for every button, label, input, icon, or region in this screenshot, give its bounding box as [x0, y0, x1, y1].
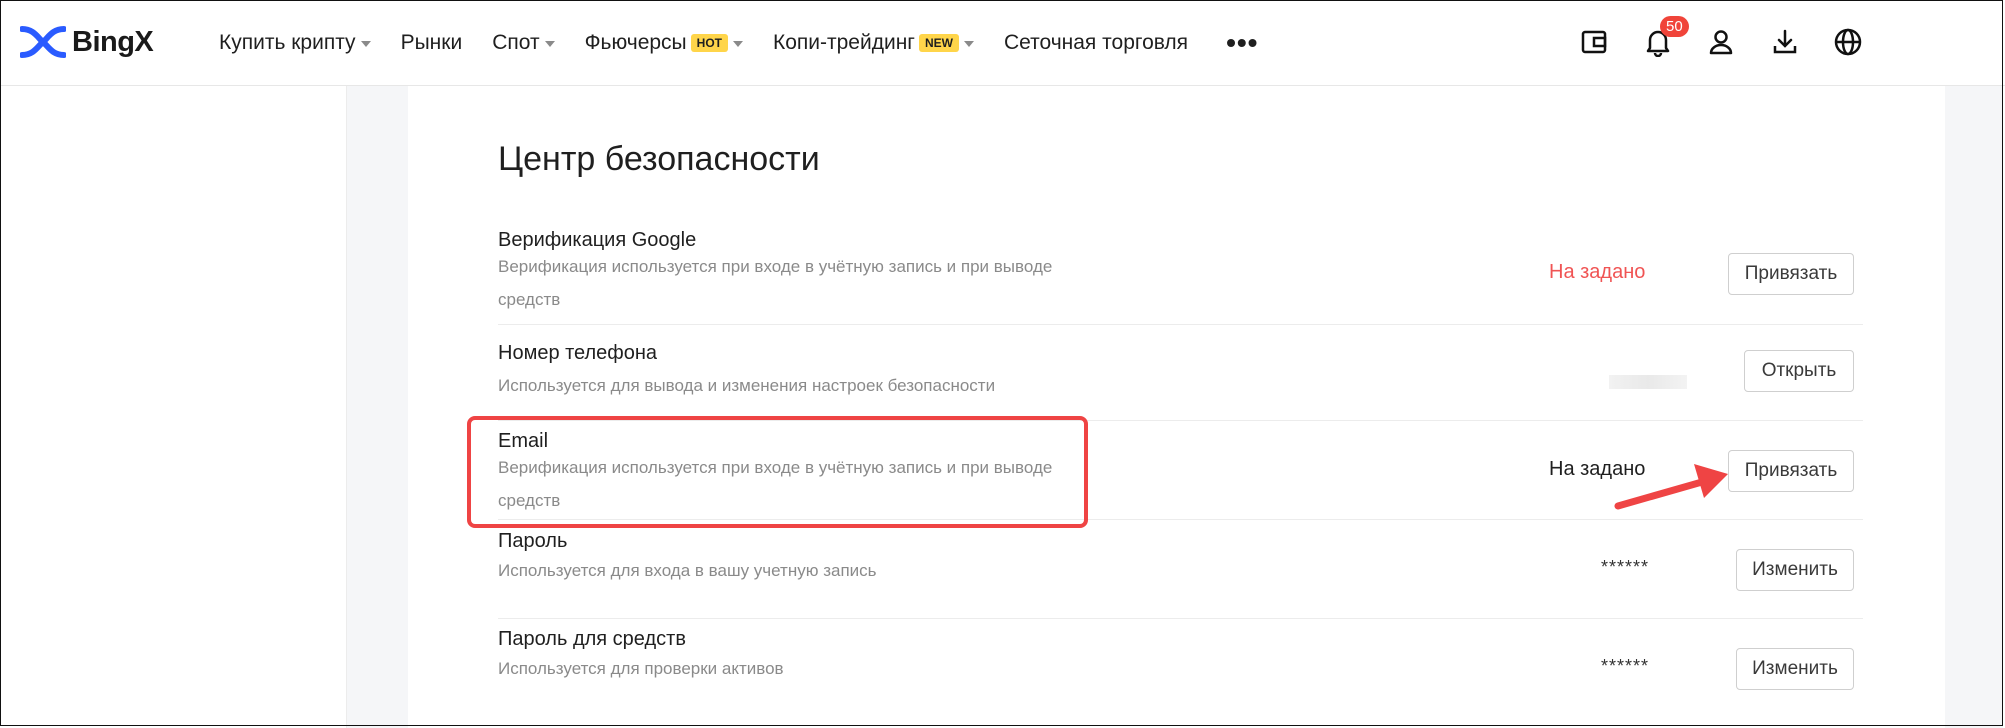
brand-name: BingX [72, 25, 154, 58]
user-icon[interactable] [1703, 24, 1739, 60]
masked-phone-value [1609, 375, 1687, 389]
nav-label: Копи-трейдинг [773, 30, 915, 54]
wallet-icon[interactable] [1576, 24, 1612, 60]
chevron-down-icon [963, 40, 974, 47]
nav-futures[interactable]: Фьючерсы HOT [585, 31, 743, 55]
nav-label: Рынки [400, 30, 463, 54]
change-password-button[interactable]: Изменить [1736, 549, 1854, 591]
status-text: ****** [1601, 656, 1650, 676]
row-description: Используется для вывода и изменения наст… [498, 376, 996, 395]
nav-label: Спот [492, 30, 540, 54]
new-badge: NEW [918, 33, 959, 52]
brand-logo[interactable]: BingX [20, 22, 154, 62]
more-menu-icon[interactable]: ••• [1226, 27, 1258, 59]
bingx-logo-icon [20, 26, 66, 58]
security-row-password: Пароль Используется для входа в вашу уче… [498, 519, 1863, 619]
nav-copy-trading[interactable]: Копи-трейдинг NEW [773, 31, 974, 55]
security-row-google: Верификация Google Верификация используе… [498, 229, 1863, 325]
change-funds-password-button[interactable]: Изменить [1736, 648, 1854, 690]
row-title: Верификация Google [498, 229, 697, 251]
nav-label: Сеточная торговля [1003, 30, 1189, 54]
chevron-down-icon [733, 40, 743, 47]
nav-label: Фьючерсы [584, 30, 687, 54]
row-description: Используется для входа в вашу учетную за… [498, 561, 877, 580]
download-icon[interactable] [1767, 24, 1803, 60]
row-description: Используется для проверки активов [498, 659, 784, 678]
status-text: ****** [1601, 557, 1650, 577]
security-row-funds-password: Пароль для средств Используется для пров… [498, 618, 1863, 728]
nav-label: Купить крипту [219, 30, 356, 54]
chevron-down-icon [544, 40, 555, 47]
globe-icon[interactable] [1830, 24, 1866, 60]
row-description: Верификация используется при входе в учё… [498, 257, 1053, 309]
bell-icon[interactable]: 50 [1640, 16, 1689, 60]
row-title: Номер телефона [498, 342, 658, 364]
left-gutter [347, 86, 408, 728]
notification-count: 50 [1660, 16, 1689, 37]
chevron-down-icon [360, 40, 371, 47]
nav-grid-trading[interactable]: Сеточная торговля [1004, 31, 1188, 55]
nav-markets[interactable]: Рынки [401, 31, 463, 55]
pointer-arrow-icon [1614, 464, 1728, 510]
bind-email-button[interactable]: Привязать [1728, 450, 1854, 492]
security-row-phone: Номер телефона Используется для вывода и… [498, 324, 1863, 421]
hot-badge: HOT [690, 33, 728, 52]
nav-buy-crypto[interactable]: Купить крипту [219, 31, 371, 55]
main-nav: Купить крипту Рынки Спот Фьючерсы HOT Ко… [219, 0, 1288, 85]
security-center-panel: Центр безопасности Верификация Google Ве… [408, 86, 1945, 728]
row-title: Пароль для средств [498, 628, 686, 650]
row-title: Пароль [498, 530, 568, 552]
email-highlight-box [467, 416, 1088, 528]
open-phone-button[interactable]: Открыть [1744, 350, 1854, 392]
top-navbar: BingX Купить крипту Рынки Спот Фьючерсы … [0, 0, 2005, 86]
status-text: На задано [1549, 261, 1646, 283]
left-sidebar-area [0, 86, 347, 728]
bind-google-button[interactable]: Привязать [1728, 253, 1854, 295]
right-gutter [1945, 86, 2003, 728]
nav-spot[interactable]: Спот [492, 30, 555, 55]
page-title: Центр безопасности [498, 140, 820, 178]
